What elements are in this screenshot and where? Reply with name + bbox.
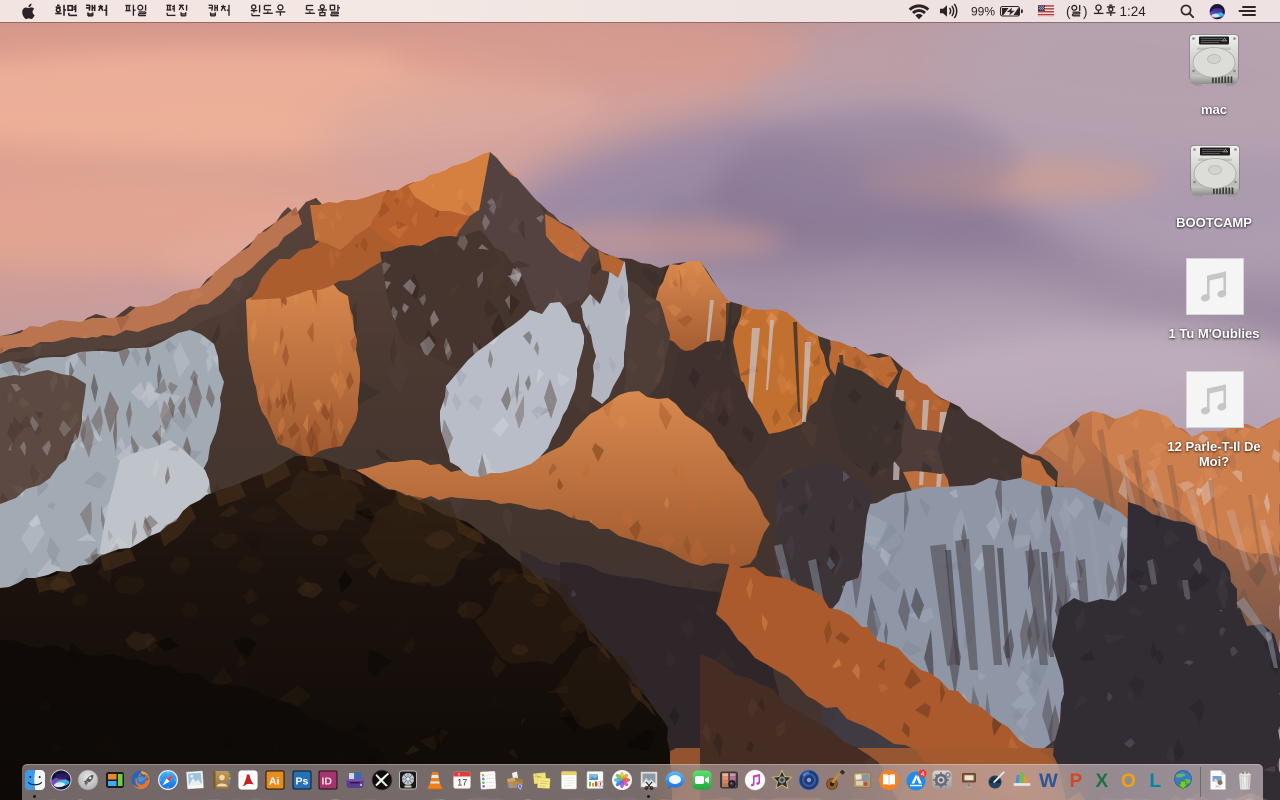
svg-text:JPG: JPG (1215, 785, 1222, 789)
svg-text:W: W (1039, 770, 1058, 791)
svg-text:17: 17 (457, 778, 467, 788)
svg-text:): ) (1083, 4, 1088, 19)
svg-text:O: O (1121, 771, 1136, 791)
svg-text:1:24: 1:24 (1120, 4, 1147, 19)
svg-text:4: 4 (920, 771, 924, 778)
svg-text:Ps: Ps (295, 776, 308, 788)
svg-text:P: P (1069, 771, 1082, 791)
svg-text:6: 6 (458, 772, 460, 776)
svg-text:Q: Q (518, 785, 522, 791)
svg-text:Plan: Plan (535, 775, 541, 779)
svg-text:(: ( (1066, 4, 1071, 19)
svg-text:Ai: Ai (269, 776, 280, 788)
svg-text:99%: 99% (971, 5, 995, 19)
svg-text:X: X (1095, 771, 1108, 791)
svg-text:ID: ID (322, 776, 333, 788)
svg-text:L: L (1149, 771, 1161, 791)
